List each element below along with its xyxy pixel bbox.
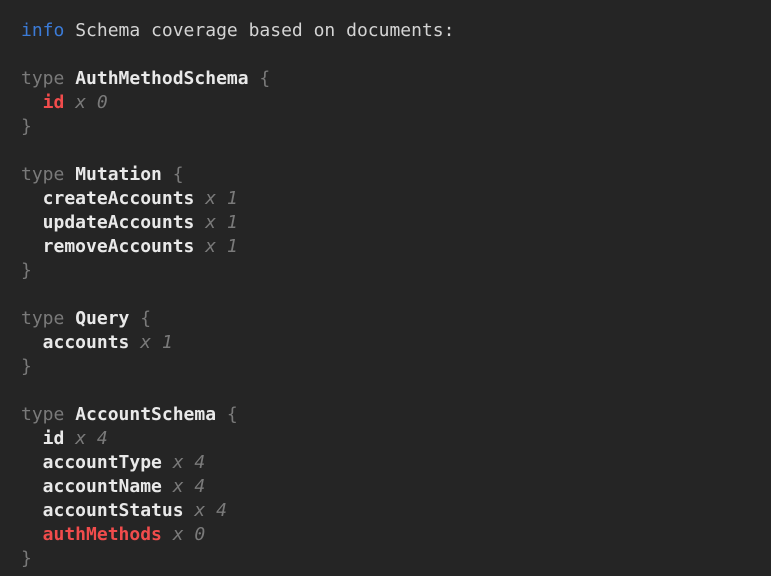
type-keyword: type <box>21 404 64 425</box>
blank-line <box>21 283 763 307</box>
type-block: typeAuthMethodSchema{ idx0 } <box>21 43 763 139</box>
terminal-output: infoSchema coverage based on documents: … <box>0 0 771 571</box>
coverage-count: x1 <box>140 332 173 353</box>
field-name: updateAccounts <box>43 212 195 233</box>
count-value: 4 <box>194 452 205 473</box>
field-name: id <box>43 92 65 113</box>
type-block: typeMutation{ createAccountsx1 updateAcc… <box>21 139 763 283</box>
close-brace-icon: } <box>21 116 32 137</box>
field-name: accountStatus <box>43 500 184 521</box>
count-value: 0 <box>97 92 108 113</box>
field-name: id <box>43 428 65 449</box>
coverage-count: x4 <box>75 428 108 449</box>
blank-line <box>21 43 763 67</box>
field-line: authMethods x0 <box>21 523 763 547</box>
times-symbol: x <box>173 452 184 473</box>
field-line: createAccounts x1 <box>21 187 763 211</box>
count-value: 0 <box>194 524 205 545</box>
type-declaration-line: type AuthMethodSchema { <box>21 67 763 91</box>
type-name: AccountSchema <box>75 404 216 425</box>
close-brace-icon: } <box>21 260 32 281</box>
coverage-count: x4 <box>194 500 227 521</box>
info-message: Schema coverage based on documents: <box>75 20 454 41</box>
field-line: idx0 <box>21 91 763 115</box>
times-symbol: x <box>205 212 216 233</box>
field-list: idx0 <box>21 91 763 115</box>
times-symbol: x <box>173 524 184 545</box>
coverage-count: x1 <box>205 212 238 233</box>
close-brace-line: } <box>21 259 763 283</box>
type-name: Mutation <box>75 164 162 185</box>
type-declaration-line: type Mutation { <box>21 163 763 187</box>
close-brace-icon: } <box>21 356 32 377</box>
count-value: 4 <box>216 500 227 521</box>
type-blocks-container: typeAuthMethodSchema{ idx0 } typeMutatio… <box>21 43 763 571</box>
type-name: AuthMethodSchema <box>75 68 248 89</box>
coverage-count: x1 <box>205 236 238 257</box>
type-keyword: type <box>21 68 64 89</box>
times-symbol: x <box>205 188 216 209</box>
field-line: accounts x1 <box>21 331 763 355</box>
field-list: accounts x1 <box>21 331 763 355</box>
info-line: info Schema coverage based on documents: <box>21 19 763 43</box>
open-brace-icon: { <box>259 68 270 89</box>
field-name: accounts <box>43 332 130 353</box>
type-keyword: type <box>21 308 64 329</box>
close-brace-line: } <box>21 115 763 139</box>
field-name: removeAccounts <box>43 236 195 257</box>
count-value: 1 <box>227 236 238 257</box>
field-list: createAccountsx1 updateAccountsx1 remove… <box>21 187 763 259</box>
field-line: accountStatus x4 <box>21 499 763 523</box>
field-line: removeAccounts x1 <box>21 235 763 259</box>
close-brace-icon: } <box>21 548 32 569</box>
times-symbol: x <box>173 476 184 497</box>
field-name: accountName <box>43 476 162 497</box>
coverage-count: x0 <box>173 524 206 545</box>
field-line: idx4 <box>21 427 763 451</box>
open-brace-icon: { <box>140 308 151 329</box>
blank-line <box>21 139 763 163</box>
coverage-count: x4 <box>173 476 206 497</box>
coverage-count: x1 <box>205 188 238 209</box>
close-brace-line: } <box>21 547 763 571</box>
coverage-count: x0 <box>75 92 108 113</box>
open-brace-icon: { <box>173 164 184 185</box>
coverage-count: x4 <box>173 452 206 473</box>
count-value: 4 <box>194 476 205 497</box>
field-line: updateAccounts x1 <box>21 211 763 235</box>
times-symbol: x <box>140 332 151 353</box>
open-brace-icon: { <box>227 404 238 425</box>
count-value: 1 <box>227 212 238 233</box>
type-name: Query <box>75 308 129 329</box>
type-declaration-line: type Query { <box>21 307 763 331</box>
times-symbol: x <box>205 236 216 257</box>
count-value: 1 <box>162 332 173 353</box>
count-value: 4 <box>97 428 108 449</box>
times-symbol: x <box>75 428 86 449</box>
field-list: idx4 accountTypex4 accountNamex4 account… <box>21 427 763 547</box>
close-brace-line: } <box>21 355 763 379</box>
info-badge: info <box>21 20 64 41</box>
times-symbol: x <box>194 500 205 521</box>
count-value: 1 <box>227 188 238 209</box>
type-keyword: type <box>21 164 64 185</box>
field-name: accountType <box>43 452 162 473</box>
blank-line <box>21 379 763 403</box>
type-block: typeAccountSchema{ idx4 accountTypex4 ac… <box>21 379 763 571</box>
field-line: accountName x4 <box>21 475 763 499</box>
type-block: type Query { accounts x1 } <box>21 283 763 379</box>
field-name: authMethods <box>43 524 162 545</box>
times-symbol: x <box>75 92 86 113</box>
field-line: accountType x4 <box>21 451 763 475</box>
field-name: createAccounts <box>43 188 195 209</box>
type-declaration-line: type AccountSchema { <box>21 403 763 427</box>
